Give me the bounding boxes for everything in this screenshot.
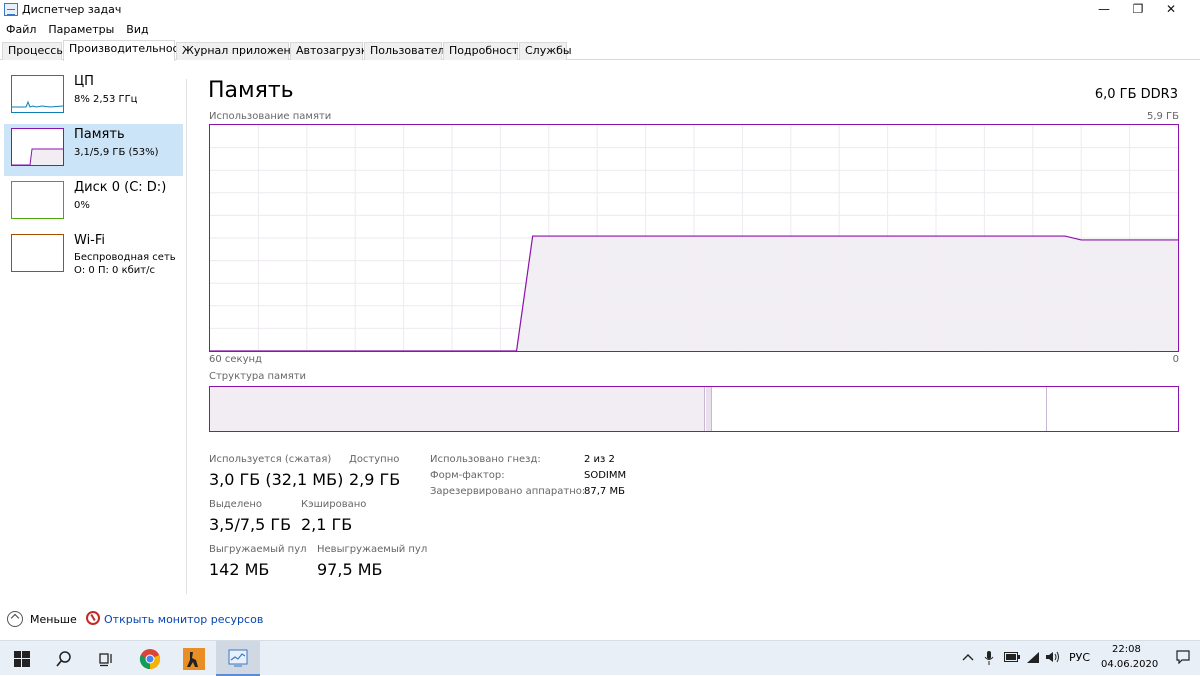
resource-monitor-icon: [86, 611, 100, 625]
taskbar-task-manager[interactable]: [216, 641, 260, 676]
available-value: 2,9 ГБ: [349, 470, 401, 489]
tab-startup[interactable]: Автозагрузка: [290, 42, 374, 60]
memory-usage-graph: [209, 124, 1179, 352]
hardware-reserved-label: Зарезервировано аппаратно:: [430, 486, 586, 497]
sidebar-item-label: ЦП: [74, 74, 94, 89]
fewer-details-button[interactable]: Меньше: [30, 613, 77, 626]
start-button[interactable]: [0, 641, 44, 676]
graph-time-right: 0: [1172, 354, 1179, 365]
collapse-chevron-icon[interactable]: [7, 611, 23, 627]
composition-free[interactable]: [1048, 387, 1178, 431]
page-title: Память: [208, 78, 294, 103]
input-language[interactable]: РУС: [1069, 651, 1090, 664]
task-manager-icon: [4, 3, 18, 16]
cached-value: 2,1 ГБ: [301, 515, 353, 534]
sidebar-item-cpu[interactable]: ЦП 8% 2,53 ГГц: [4, 71, 183, 123]
tab-bar: Процессы Производительность Журнал прило…: [0, 40, 1200, 61]
tab-processes[interactable]: Процессы: [2, 42, 65, 60]
composition-in-use[interactable]: [210, 387, 705, 431]
cached-label: Кэшировано: [301, 499, 367, 510]
usage-graph-label: Использование памяти: [209, 111, 332, 122]
available-label: Доступно: [349, 454, 400, 465]
sidebar-item-throughput: О: 0 П: 0 кбит/с: [74, 265, 155, 276]
sidebar-item-wifi[interactable]: Wi-Fi Беспроводная сеть О: 0 П: 0 кбит/с: [4, 230, 183, 282]
hardware-reserved-value: 87,7 МБ: [584, 486, 625, 497]
graph-time-left: 60 секунд: [209, 354, 262, 365]
cpu-thumbnail: [11, 75, 64, 113]
task-manager-icon: [228, 649, 248, 666]
show-hidden-icons-chevron-icon[interactable]: [962, 651, 974, 665]
paged-pool-label: Выгружаемый пул: [209, 544, 307, 555]
form-factor-value: SODIMM: [584, 470, 627, 481]
search-button[interactable]: [42, 641, 86, 676]
sidebar-item-value: 3,1/5,9 ГБ (53%): [74, 147, 159, 158]
taskbar-game-app[interactable]: [172, 641, 216, 676]
sidebar-item-label: Wi-Fi: [74, 233, 106, 248]
window-title: Диспетчер задач: [22, 3, 122, 16]
open-resource-monitor-link[interactable]: Открыть монитор ресурсов: [104, 613, 263, 626]
clock-date[interactable]: 04.06.2020: [1101, 659, 1158, 670]
nonpaged-pool-value: 97,5 МБ: [317, 560, 383, 579]
memory-usage-chart: [210, 125, 1178, 351]
close-button[interactable]: ✕: [1148, 0, 1194, 20]
taskbar: РУС 22:08 04.06.2020: [0, 640, 1200, 676]
title-bar[interactable]: Диспетчер задач — ❐ ✕: [0, 0, 1200, 20]
in-use-label: Используется (сжатая): [209, 454, 332, 465]
task-manager-window: Диспетчер задач — ❐ ✕ Файл Параметры Вид…: [0, 0, 1200, 640]
memory-thumbnail: [11, 128, 64, 166]
footer-bar: Меньше Открыть монитор ресурсов: [0, 605, 1200, 633]
sidebar-divider: [186, 79, 187, 594]
memory-spec: 6,0 ГБ DDR3: [1094, 87, 1178, 102]
volume-icon[interactable]: [1046, 651, 1060, 666]
wifi-icon[interactable]: [1026, 651, 1040, 666]
task-view-button[interactable]: [84, 641, 128, 676]
battery-icon[interactable]: [1004, 651, 1020, 665]
menu-bar: Файл Параметры Вид: [0, 20, 155, 39]
committed-value: 3,5/7,5 ГБ: [209, 515, 292, 534]
task-view-icon: [99, 652, 112, 666]
game-app-icon: [183, 647, 205, 670]
windows-logo-icon: [14, 650, 30, 667]
microphone-icon[interactable]: [984, 651, 994, 668]
memory-structure-label: Структура памяти: [209, 371, 307, 382]
sidebar-item-label: Память: [74, 127, 125, 142]
sidebar-item-value: 0%: [74, 200, 90, 211]
disk-thumbnail: [11, 181, 64, 219]
sidebar-item-value: 8% 2,53 ГГц: [74, 94, 138, 105]
committed-label: Выделено: [209, 499, 263, 510]
nonpaged-pool-label: Невыгружаемый пул: [317, 544, 428, 555]
memory-composition-bar[interactable]: [209, 386, 1179, 432]
paged-pool-value: 142 МБ: [209, 560, 270, 579]
slots-value: 2 из 2: [584, 454, 615, 465]
notifications-icon[interactable]: [1176, 650, 1190, 667]
form-factor-label: Форм-фактор:: [430, 470, 505, 481]
tab-performance[interactable]: Производительность: [63, 40, 192, 61]
taskbar-chrome[interactable]: [128, 641, 172, 676]
chrome-icon: [139, 648, 161, 669]
tab-users[interactable]: Пользователи: [364, 42, 452, 60]
tab-details[interactable]: Подробности: [443, 42, 526, 60]
search-icon: [56, 650, 71, 667]
composition-standby[interactable]: [712, 387, 1047, 431]
in-use-value: 3,0 ГБ (32,1 МБ): [209, 470, 344, 489]
tab-app-history[interactable]: Журнал приложений: [176, 42, 305, 60]
menu-options[interactable]: Параметры: [42, 20, 120, 39]
menu-view[interactable]: Вид: [120, 20, 154, 39]
tab-services[interactable]: Службы: [519, 42, 572, 60]
clock-time[interactable]: 22:08: [1112, 644, 1141, 655]
slots-label: Использовано гнезд:: [430, 454, 541, 465]
wifi-thumbnail: [11, 234, 64, 272]
sidebar-item-value: Беспроводная сеть: [74, 252, 176, 263]
menu-file[interactable]: Файл: [0, 20, 42, 39]
sidebar-item-memory[interactable]: Память 3,1/5,9 ГБ (53%): [4, 124, 183, 176]
usage-graph-max: 5,9 ГБ: [1146, 111, 1179, 122]
sidebar-item-label: Диск 0 (C: D:): [74, 180, 167, 195]
sidebar-item-disk[interactable]: Диск 0 (C: D:) 0%: [4, 177, 183, 229]
